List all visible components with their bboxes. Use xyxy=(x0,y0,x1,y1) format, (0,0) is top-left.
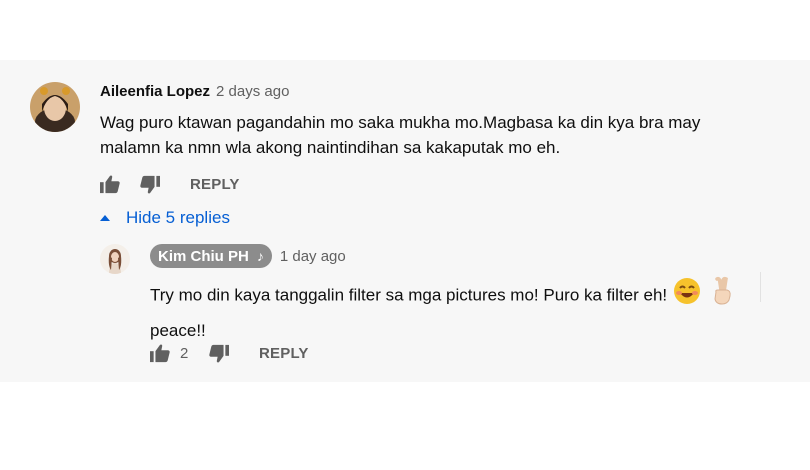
reply-button[interactable]: REPLY xyxy=(190,176,240,193)
reply-text-line: Try mo din kaya tanggalin filter sa mga … xyxy=(150,285,668,305)
thumbs-up-icon xyxy=(150,344,170,363)
thumbs-down-icon xyxy=(209,344,229,363)
victory-hand-emoji-icon xyxy=(707,276,737,316)
reply-author-chip[interactable]: Kim Chiu PH ♪ xyxy=(150,244,272,268)
comment-text: Wag puro ktawan pagandahin mo saka mukha… xyxy=(100,110,700,160)
reply-time[interactable]: 1 day ago xyxy=(280,248,346,265)
reply-reply-button[interactable]: REPLY xyxy=(259,345,309,362)
hide-replies-label: Hide 5 replies xyxy=(126,208,230,227)
reply-text-line: peace!! xyxy=(150,321,206,340)
reply-avatar[interactable] xyxy=(100,244,130,274)
reply-like-button[interactable] xyxy=(149,343,171,368)
like-button[interactable] xyxy=(99,174,121,199)
smiling-face-emoji-icon xyxy=(672,276,702,316)
music-note-icon: ♪ xyxy=(256,248,264,264)
comment-author[interactable]: Aileenfia Lopez xyxy=(100,83,210,100)
reply-author: Kim Chiu PH xyxy=(158,247,249,265)
comment-text-line: Wag puro ktawan pagandahin mo saka mukha… xyxy=(100,113,701,132)
caret-up-icon xyxy=(100,215,110,221)
reply-dislike-button[interactable] xyxy=(208,344,230,369)
comment-text-line: malamn ka nmn wla akong naintindihan sa … xyxy=(100,138,561,157)
comment-header: Aileenfia Lopez 2 days ago xyxy=(100,83,289,101)
thumbs-up-icon xyxy=(100,175,120,194)
thumbs-down-icon xyxy=(140,175,160,194)
like-count: 2 xyxy=(180,345,189,362)
reply-header: Kim Chiu PH ♪ 1 day ago xyxy=(150,244,346,268)
dislike-button[interactable] xyxy=(139,175,161,200)
reply-text-row: Try mo din kaya tanggalin filter sa mga … xyxy=(150,276,737,316)
reply-text: Try mo din kaya tanggalin filter sa mga … xyxy=(150,276,737,346)
comment-time[interactable]: 2 days ago xyxy=(216,83,289,100)
divider xyxy=(760,272,761,302)
hide-replies-button[interactable]: Hide 5 replies xyxy=(100,208,230,228)
avatar[interactable] xyxy=(30,82,80,132)
